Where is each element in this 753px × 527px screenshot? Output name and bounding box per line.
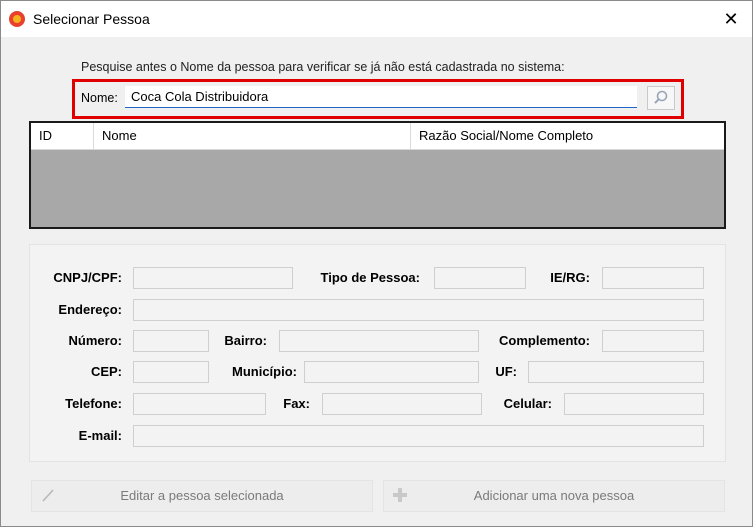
search-button[interactable]: [647, 86, 675, 110]
edit-person-label: Editar a pessoa selecionada: [120, 488, 284, 503]
magnifier-icon: [654, 90, 668, 104]
telefone-field: [133, 393, 266, 415]
email-field: [133, 425, 704, 447]
municipio-field: [304, 361, 479, 383]
results-grid[interactable]: ID Nome Razão Social/Nome Completo: [29, 121, 726, 229]
celular-field: [564, 393, 704, 415]
complemento-label: Complemento:: [499, 333, 590, 348]
column-header-razao-social[interactable]: Razão Social/Nome Completo: [411, 123, 724, 149]
select-person-dialog: Selecionar Pessoa ✕ Pesquise antes o Nom…: [0, 0, 753, 527]
endereco-field: [133, 299, 704, 321]
cep-field: [133, 361, 209, 383]
add-person-button[interactable]: Adicionar uma nova pessoa: [383, 480, 725, 512]
email-label: E-mail:: [78, 428, 122, 443]
grid-header: ID Nome Razão Social/Nome Completo: [31, 123, 724, 150]
numero-label: Número:: [68, 333, 122, 348]
tipo-pessoa-label: Tipo de Pessoa:: [320, 270, 420, 285]
edit-person-button[interactable]: Editar a pessoa selecionada: [31, 480, 373, 512]
close-icon: ✕: [723, 9, 739, 29]
cnpj-cpf-field: [133, 267, 293, 289]
uf-field: [528, 361, 704, 383]
complemento-field: [602, 330, 704, 352]
bairro-field: [279, 330, 479, 352]
fax-field: [322, 393, 482, 415]
name-label: Nome:: [81, 91, 118, 105]
title-bar: Selecionar Pessoa ✕: [1, 1, 752, 37]
column-header-nome[interactable]: Nome: [94, 123, 411, 149]
endereco-label: Endereço:: [58, 302, 122, 317]
ie-rg-field: [602, 267, 704, 289]
celular-label: Celular:: [503, 396, 552, 411]
fax-label: Fax:: [283, 396, 310, 411]
ie-rg-label: IE/RG:: [550, 270, 590, 285]
window-title: Selecionar Pessoa: [33, 11, 150, 27]
cep-label: CEP:: [90, 364, 122, 379]
add-person-label: Adicionar uma nova pessoa: [473, 488, 635, 503]
person-details-panel: CNPJ/CPF: Tipo de Pessoa: IE/RG: Endereç…: [29, 244, 726, 462]
column-header-id[interactable]: ID: [31, 123, 94, 149]
telefone-label: Telefone:: [65, 396, 122, 411]
numero-field: [133, 330, 209, 352]
municipio-label: Município:: [232, 364, 297, 379]
bairro-label: Bairro:: [224, 333, 267, 348]
uf-label: UF:: [495, 364, 517, 379]
close-button[interactable]: ✕: [718, 7, 744, 31]
plus-icon: [393, 488, 407, 502]
pencil-icon: [42, 489, 54, 502]
app-logo-icon: [9, 11, 25, 27]
search-hint: Pesquise antes o Nome da pessoa para ver…: [81, 60, 565, 74]
name-search-input[interactable]: [125, 86, 637, 108]
cnpj-cpf-label: CNPJ/CPF:: [53, 270, 122, 285]
